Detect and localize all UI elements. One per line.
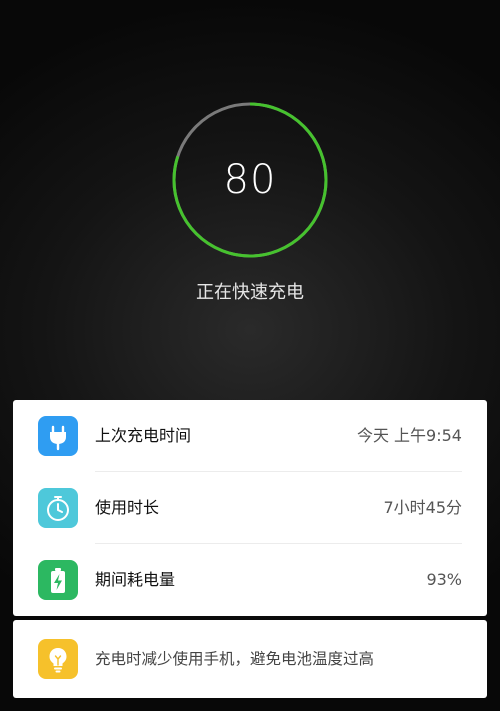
tip-text: 充电时减少使用手机，避免电池温度过高 (95, 650, 375, 668)
stopwatch-icon (38, 488, 78, 528)
stat-value: 93% (426, 570, 462, 589)
lightbulb-icon (38, 639, 78, 679)
stat-label: 使用时长 (95, 498, 160, 517)
battery-level-ring: 80 (170, 100, 330, 260)
charging-status: 正在快速充电 (196, 282, 304, 303)
stat-row-usage-duration: 使用时长 7小时45分 (13, 472, 487, 544)
stat-row-power-consumed: 期间耗电量 93% (13, 544, 487, 616)
battery-percent: 80 (223, 157, 277, 203)
charging-stats-card: 上次充电时间 今天 上午9:54 使用时长 7小时45分 期间耗电量 93% (13, 400, 487, 616)
stat-value: 今天 上午9:54 (356, 426, 462, 445)
charging-tip-card: 充电时减少使用手机，避免电池温度过高 (13, 620, 487, 698)
battery-charging-icon (38, 560, 78, 600)
charging-screen: 80 正在快速充电 上次充电时间 今天 上午9:54 使用时长 7小时45分 期… (0, 0, 500, 711)
stat-row-last-charge: 上次充电时间 今天 上午9:54 (13, 400, 487, 472)
stat-value: 7小时45分 (383, 498, 462, 517)
stat-label: 期间耗电量 (95, 570, 176, 589)
stat-label: 上次充电时间 (95, 426, 192, 445)
plug-icon (38, 416, 78, 456)
